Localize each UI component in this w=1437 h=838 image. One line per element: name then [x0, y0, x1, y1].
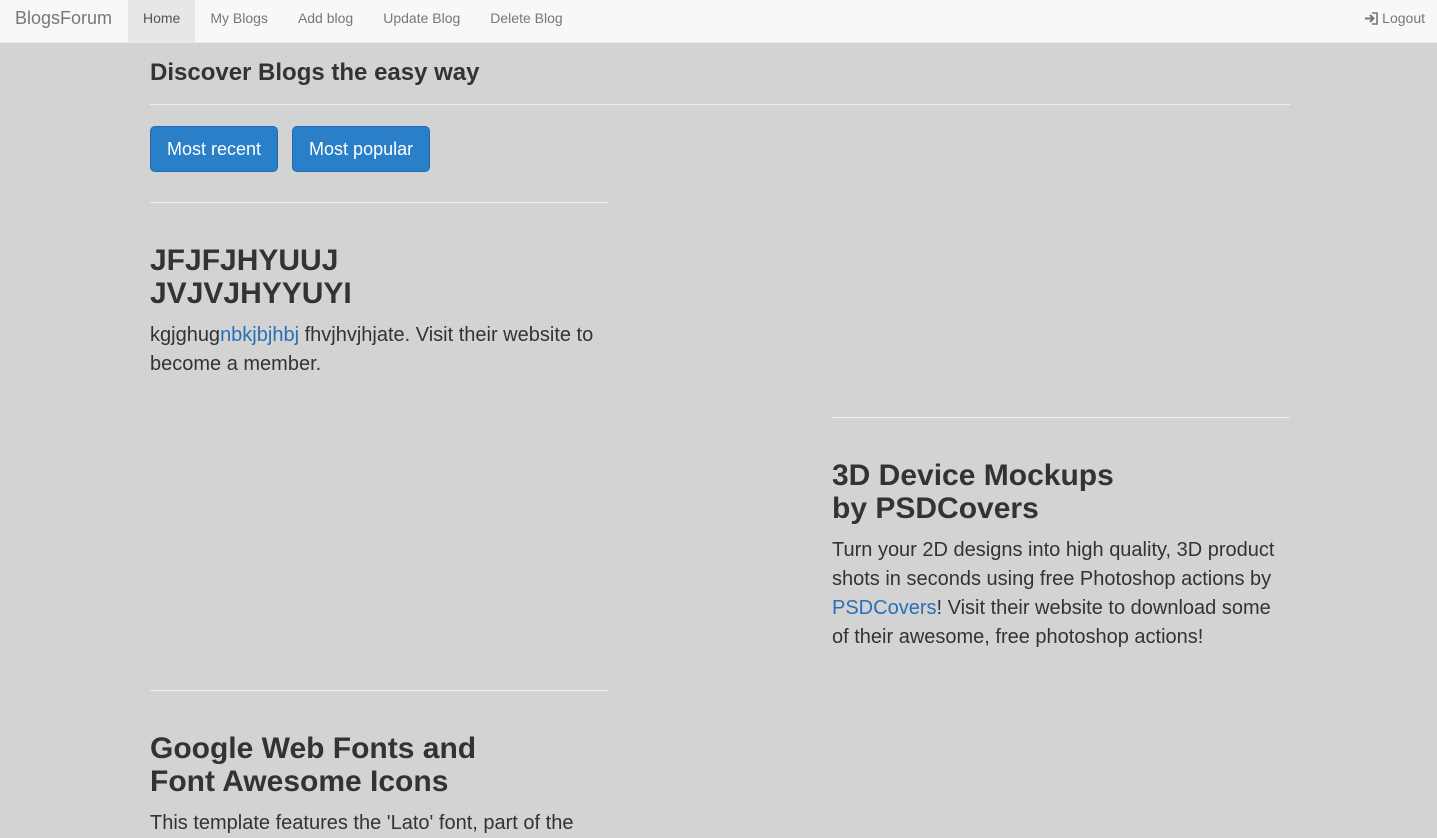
post-link[interactable]: nbkjbjhbj [220, 324, 299, 346]
nav-item-my-blogs[interactable]: My Blogs [195, 0, 283, 36]
post-title: Google Web Fonts and Font Awesome Icons [150, 732, 608, 798]
post-text: kgjghug [150, 324, 221, 346]
post-description: Turn your 2D designs into high quality, … [832, 536, 1290, 652]
post-description: kgjghugnbkjbjhbj fhvjhvjhjate. Visit the… [150, 321, 608, 379]
post-title-line-1: Google Web Fonts and [150, 732, 477, 765]
post-text: Turn your 2D designs into high quality, … [832, 539, 1275, 590]
post-title: JFJFJHYUUJ JVJVJHYYUYI [150, 244, 608, 310]
blog-post: Google Web Fonts and Font Awesome Icons … [150, 690, 608, 838]
post-title: 3D Device Mockups by PSDCovers [832, 459, 1290, 525]
post-link[interactable]: PSDCovers [832, 597, 936, 619]
brand-link[interactable]: BlogsForum [15, 0, 112, 36]
post-description: This template features the 'Lato' font, … [150, 809, 608, 838]
post-title-line-2: JVJVJHYYUYI [150, 277, 352, 310]
post-divider [832, 417, 1290, 418]
nav-item-delete-blog[interactable]: Delete Blog [475, 0, 577, 36]
post-title-line-2: by PSDCovers [832, 492, 1039, 525]
most-recent-button[interactable]: Most recent [150, 126, 279, 172]
post-title-line-2: Font Awesome Icons [150, 765, 449, 798]
post-text: This template features the 'Lato' font, … [150, 812, 574, 834]
post-divider [150, 690, 608, 691]
post-divider [150, 202, 608, 203]
logout-label: Logout [1382, 10, 1425, 26]
page-header: Discover Blogs the easy way [150, 58, 1290, 105]
nav-menu: Home My Blogs Add blog Update Blog Delet… [128, 0, 578, 43]
page-title: Discover Blogs the easy way [150, 59, 480, 86]
log-in-icon [1364, 11, 1379, 25]
nav-item-add-blog[interactable]: Add blog [283, 0, 368, 36]
nav-item-home[interactable]: Home [128, 0, 196, 43]
most-popular-button[interactable]: Most popular [292, 126, 431, 172]
blog-post: 3D Device Mockups by PSDCovers Turn your… [832, 417, 1290, 652]
post-title-line-1: 3D Device Mockups [832, 459, 1114, 492]
blog-post: JFJFJHYUUJ JVJVJHYYUYI kgjghugnbkjbjhbj … [150, 202, 608, 379]
post-title-line-1: JFJFJHYUUJ [150, 244, 339, 277]
nav-item-update-blog[interactable]: Update Blog [368, 0, 475, 36]
logout-link[interactable]: Logout [1364, 0, 1425, 36]
navbar: BlogsForum Home My Blogs Add blog Update… [0, 0, 1437, 43]
sort-buttons: Most recent Most popular [150, 126, 431, 172]
